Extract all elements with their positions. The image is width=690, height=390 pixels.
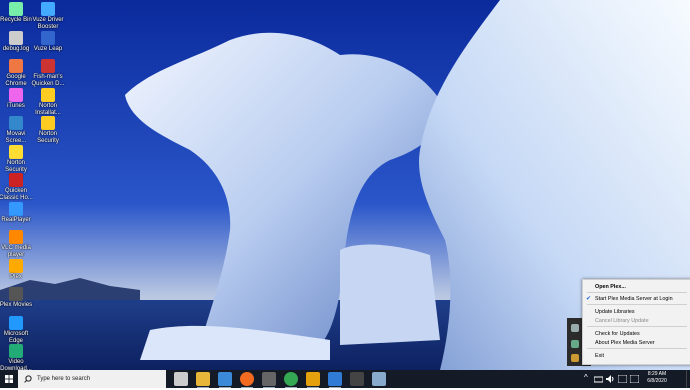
taskbar-clock[interactable]: 8:29 AM 6/8/2020 bbox=[640, 371, 674, 385]
desktop-icon[interactable]: Recycle Bin bbox=[0, 2, 33, 24]
tray-app-icon[interactable] bbox=[571, 324, 579, 332]
menu-item: Cancel Library Update bbox=[583, 316, 690, 326]
desktop-icon[interactable]: Vuze Leap bbox=[31, 30, 65, 53]
vlc-icon bbox=[9, 230, 23, 244]
realplayer-icon bbox=[9, 201, 23, 216]
desktop-icon-label: Plex bbox=[10, 273, 22, 280]
desktop-icon-label: Norton Installat... bbox=[35, 102, 61, 116]
desktop-icon[interactable]: debug.log bbox=[0, 30, 33, 53]
menu-item[interactable]: ✔ Start Plex Media Server at Login bbox=[583, 294, 690, 304]
menu-separator bbox=[587, 326, 687, 327]
menu-item-label: Start Plex Media Server at Login bbox=[595, 296, 673, 302]
desktop-icon[interactable]: Vuze Driver Booster bbox=[31, 2, 65, 31]
menu-separator bbox=[587, 348, 687, 349]
camera-icon[interactable] bbox=[262, 372, 276, 388]
desktop-icon[interactable]: iTunes bbox=[0, 87, 33, 110]
plex-movies-icon bbox=[9, 287, 23, 301]
edge-icon bbox=[9, 315, 23, 330]
desktop-icon[interactable]: Video Download... bbox=[0, 344, 33, 373]
network-icon[interactable] bbox=[594, 375, 603, 383]
norton-security-icon bbox=[41, 116, 55, 130]
desktop-icon[interactable]: Plex bbox=[0, 258, 33, 281]
search-box[interactable]: Type here to search bbox=[18, 370, 166, 388]
plex-icon[interactable] bbox=[306, 372, 320, 388]
plex-icon bbox=[9, 258, 23, 273]
quicken-classic-icon bbox=[9, 173, 23, 187]
desktop-icon[interactable]: Quicken Classic Ho... bbox=[0, 173, 33, 202]
taskbar: Type here to search ^ 8:29 AM 6/8/2020 bbox=[0, 370, 690, 388]
movavi-icon bbox=[9, 116, 23, 130]
clock-date: 6/8/2020 bbox=[647, 378, 667, 384]
norton-scan-icon bbox=[9, 144, 23, 159]
menu-item-label: Update Libraries bbox=[595, 309, 635, 315]
desktop-icon[interactable]: Google Chrome bbox=[0, 59, 33, 88]
video-download-icon bbox=[9, 344, 23, 358]
desktop-icon-label: Microsoft Edge bbox=[3, 330, 29, 344]
tray-app-icon[interactable] bbox=[571, 354, 579, 362]
desktop-icon-label: Google Chrome bbox=[5, 74, 27, 87]
desktop-icon-label: VLC media player bbox=[1, 245, 31, 258]
store-icon[interactable] bbox=[218, 372, 232, 388]
quicken-icon bbox=[41, 59, 55, 73]
desktop-icon-label: debug.log bbox=[2, 45, 30, 52]
desktop-icon-label: Fish-man's Quicken D... bbox=[31, 74, 65, 87]
show-desktop-button[interactable] bbox=[686, 370, 690, 388]
firefox-icon[interactable] bbox=[240, 372, 254, 388]
desktop-icon-label: Recycle Bin bbox=[0, 17, 32, 23]
checkmark-icon: ✔ bbox=[586, 296, 592, 302]
desktop-icon-label: Vuze Leap bbox=[33, 45, 63, 52]
action-center-icon[interactable] bbox=[630, 375, 639, 383]
mail-icon[interactable] bbox=[328, 372, 342, 388]
language-icon[interactable] bbox=[618, 375, 627, 383]
menu-item-label: Check for Updates bbox=[595, 331, 640, 337]
plex-tray-context-menu: Open Plex... ✔ Start Plex Media Server at … bbox=[582, 279, 690, 365]
menu-item[interactable]: About Plex Media Server bbox=[583, 338, 690, 348]
menu-separator bbox=[587, 304, 687, 305]
vuze-leap-icon bbox=[41, 30, 55, 45]
menu-item[interactable]: Open Plex... bbox=[583, 282, 690, 292]
desktop-icon[interactable]: Plex Movies bbox=[0, 287, 33, 309]
desktop-icon[interactable]: Norton Installat... bbox=[31, 87, 65, 117]
desktop-icon[interactable]: Microsoft Edge bbox=[0, 315, 33, 345]
text-file-icon bbox=[9, 30, 23, 45]
photos-icon[interactable] bbox=[372, 372, 386, 386]
desktop-icon-label: Plex Movies bbox=[0, 302, 33, 308]
speaker-icon[interactable] bbox=[606, 375, 615, 383]
desktop-icon-label: iTunes bbox=[7, 102, 25, 109]
windows-logo-icon bbox=[5, 375, 13, 383]
search-placeholder: Type here to search bbox=[37, 376, 91, 382]
desktop-icon[interactable]: Norton Security bbox=[31, 116, 65, 145]
desktop-icon[interactable]: VLC media player bbox=[0, 230, 33, 259]
menu-item-label: Exit bbox=[595, 353, 604, 359]
desktop-icon-label: Vuze Driver Booster bbox=[32, 17, 64, 30]
chrome-icon[interactable] bbox=[284, 372, 298, 388]
tray-app-icon[interactable] bbox=[571, 340, 579, 348]
vuze-icon bbox=[41, 2, 55, 16]
desktop-icon[interactable]: Fish-man's Quicken D... bbox=[31, 59, 65, 88]
desktop-icon-label: Quicken Classic Ho... bbox=[0, 188, 33, 201]
desktop-icon[interactable]: RealPlayer bbox=[0, 201, 33, 224]
tray-chevron-icon[interactable]: ^ bbox=[584, 373, 588, 382]
file-explorer-icon[interactable] bbox=[196, 372, 210, 388]
itunes-icon bbox=[9, 87, 23, 102]
norton-icon bbox=[41, 87, 55, 102]
menu-item[interactable]: Exit bbox=[583, 351, 690, 361]
menu-separator bbox=[587, 292, 687, 293]
menu-item-label: About Plex Media Server bbox=[595, 340, 655, 346]
menu-item-label: Open Plex... bbox=[595, 284, 626, 290]
desktop-icon-label: Norton Security bbox=[37, 131, 59, 144]
task-view-icon[interactable] bbox=[174, 372, 188, 386]
desktop-icon[interactable]: Movavi Scree... bbox=[0, 116, 33, 145]
chrome-icon bbox=[9, 59, 23, 73]
desktop-icon-label: Movavi Scree... bbox=[5, 131, 27, 144]
desktop-icon-label: RealPlayer bbox=[1, 216, 31, 223]
menu-item-label: Cancel Library Update bbox=[595, 318, 649, 324]
recycle-bin-icon bbox=[9, 2, 23, 16]
search-icon bbox=[24, 375, 32, 383]
clock-time: 8:29 AM bbox=[647, 371, 667, 377]
terminal-icon[interactable] bbox=[350, 372, 364, 386]
start-button[interactable] bbox=[0, 370, 18, 388]
